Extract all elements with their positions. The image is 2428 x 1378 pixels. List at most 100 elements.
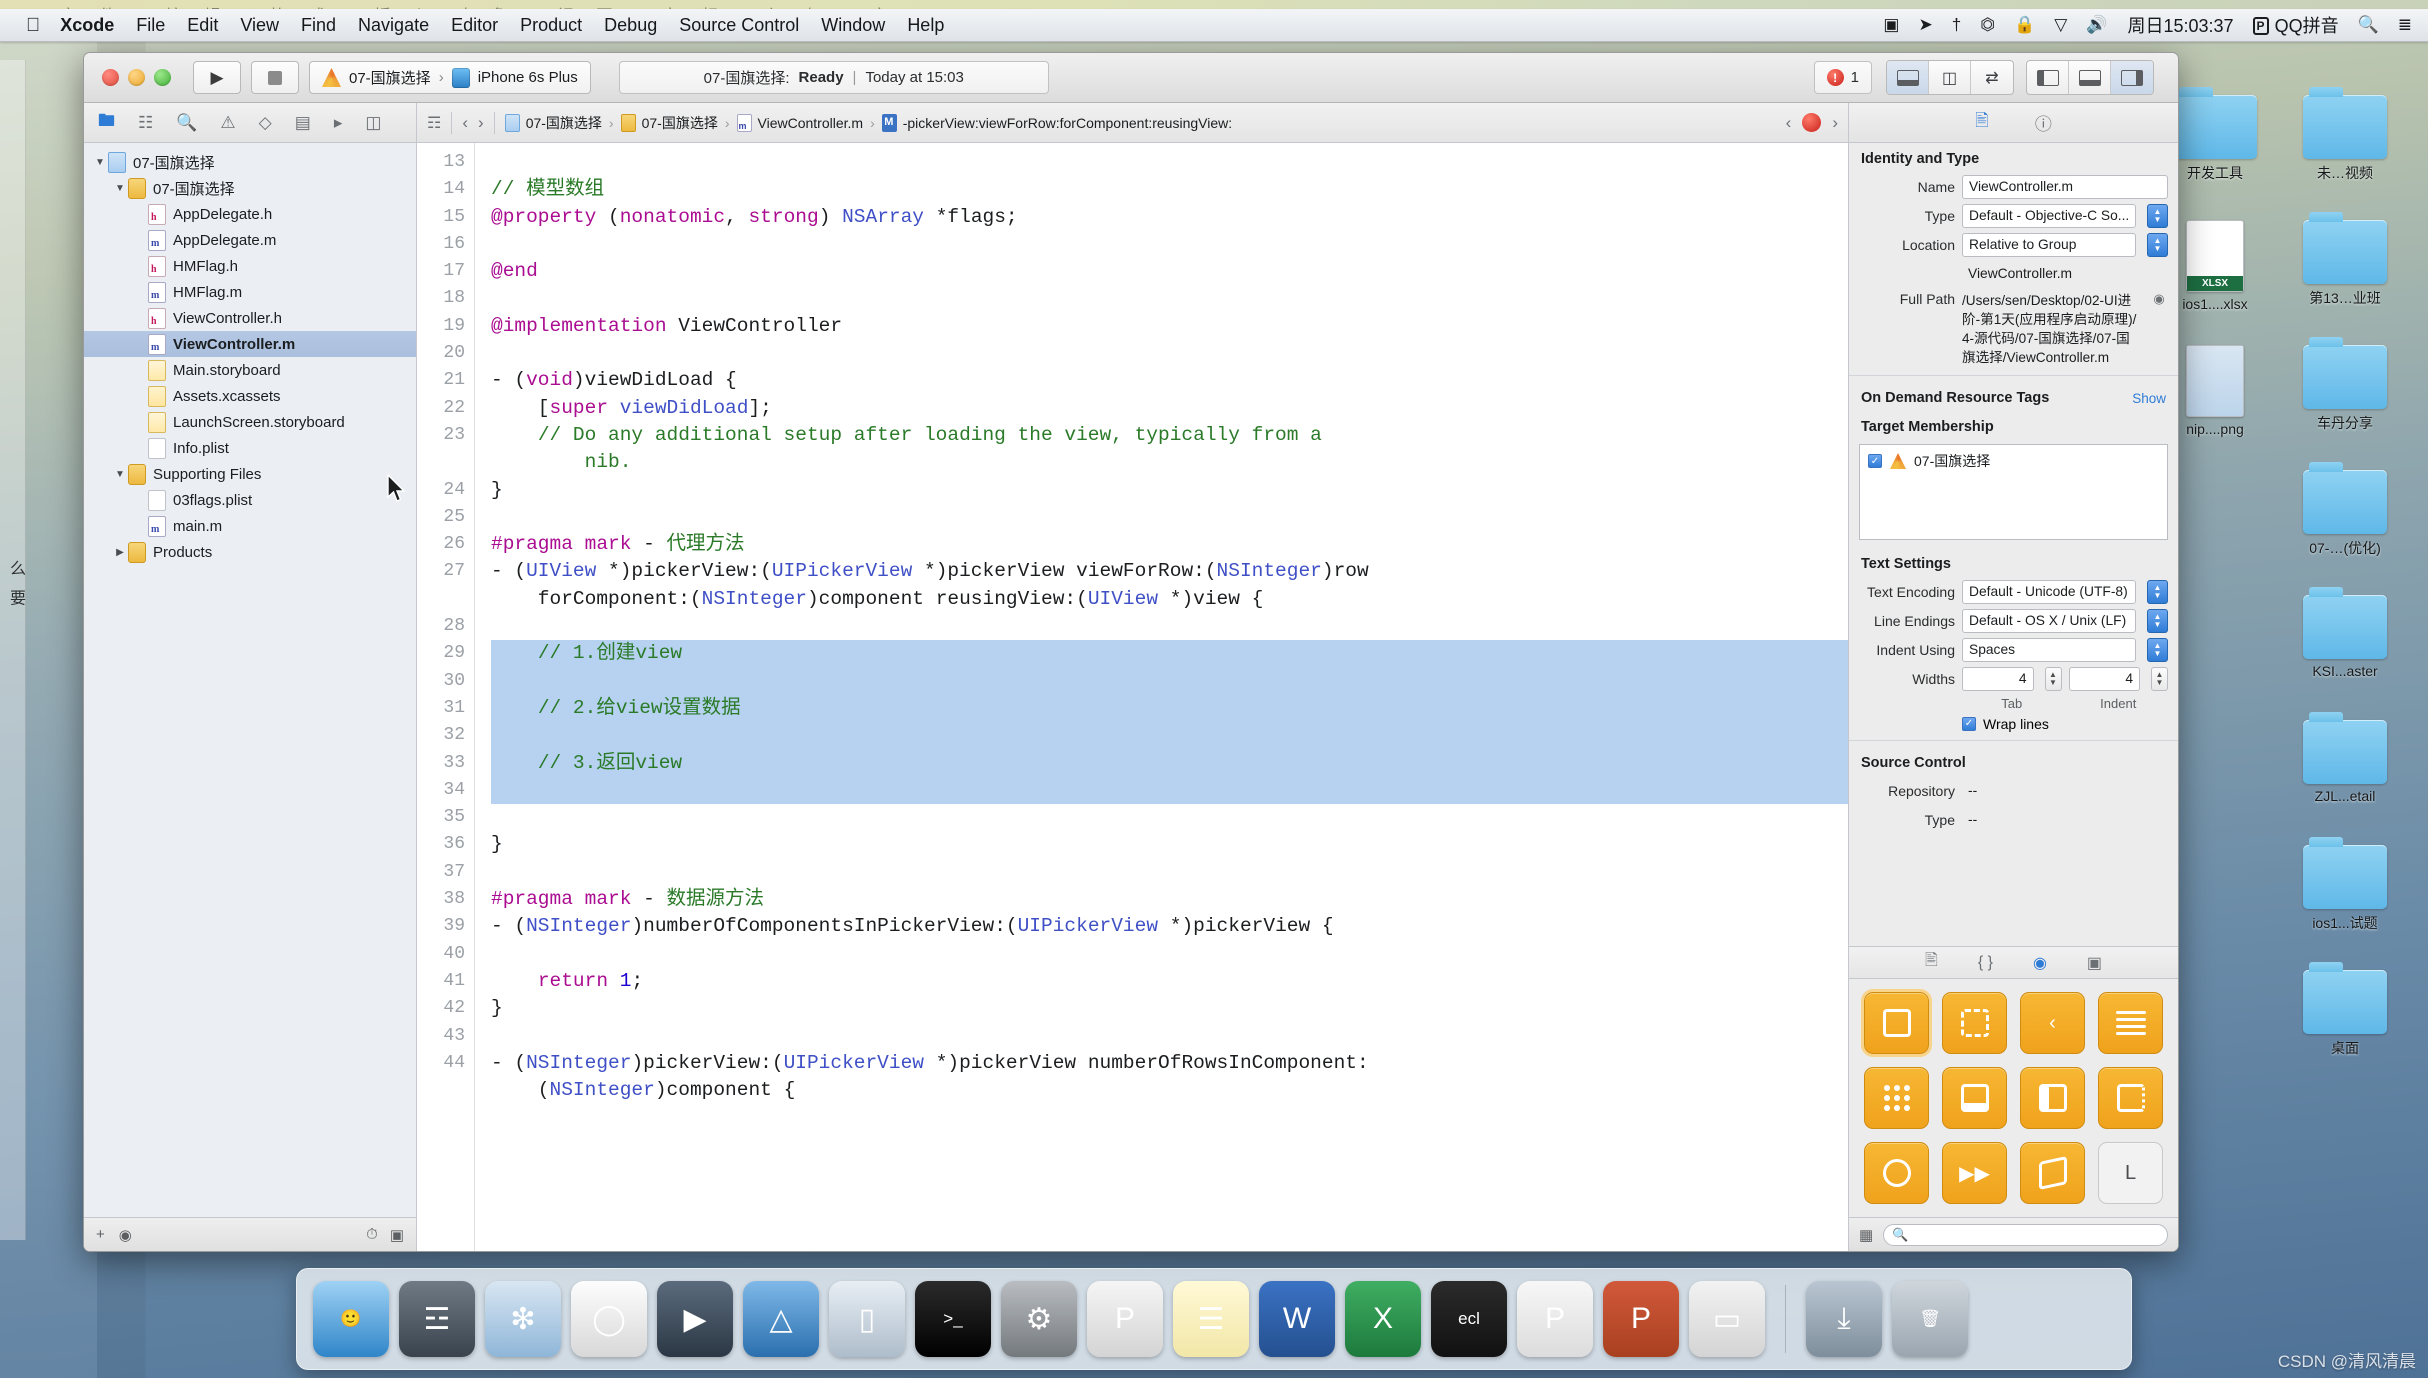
tree-item[interactable]: h ViewController.h — [84, 305, 416, 331]
input-method-label[interactable]: QQ拼音 — [2275, 12, 2339, 38]
code-text[interactable]: // 模型数组 @property (nonatomic, strong) NSA… — [475, 143, 1848, 1251]
code-line[interactable]: forComponent:(NSInteger)component reusin… — [491, 586, 1848, 613]
window-controls[interactable] — [102, 69, 171, 86]
view-controller-object[interactable] — [1861, 989, 1932, 1057]
error-icon[interactable] — [1802, 113, 1822, 132]
disclosure-triangle-icon[interactable]: ▼ — [92, 157, 108, 168]
line-number[interactable] — [417, 1077, 474, 1104]
line-number[interactable]: 26 — [417, 531, 474, 558]
grid-view-icon[interactable]: ▦ — [1859, 1226, 1873, 1244]
desktop-item[interactable]: 未…视频 — [2286, 87, 2404, 183]
volume-icon[interactable]: 🔊 — [2086, 15, 2107, 35]
code-line[interactable]: // 3.返回view — [491, 749, 1848, 777]
stop-button[interactable] — [251, 61, 299, 94]
menu-item-help[interactable]: Help — [907, 15, 944, 36]
issue-navigator-icon[interactable]: ⚠ — [220, 113, 235, 133]
tree-item[interactable]: m AppDelegate.m — [84, 227, 416, 253]
maximize-button[interactable] — [154, 69, 171, 86]
line-number[interactable]: 29 — [417, 640, 474, 667]
code-line[interactable] — [491, 804, 1848, 831]
menu-item-file[interactable]: File — [136, 15, 165, 36]
disclosure-triangle-icon[interactable]: ▶ — [112, 547, 128, 558]
line-number[interactable] — [417, 449, 474, 476]
av-kit-player-controller-object[interactable]: ▶▶ — [1942, 1142, 2007, 1204]
scheme-selector[interactable]: 07-国旗选择 › iPhone 6s Plus — [309, 61, 591, 94]
code-line[interactable] — [491, 340, 1848, 367]
line-number[interactable]: 25 — [417, 504, 474, 531]
code-line[interactable]: #pragma mark - 数据源方法 — [491, 886, 1848, 913]
screen-record-icon[interactable]: ▣ — [1883, 15, 1899, 35]
line-number[interactable]: 37 — [417, 859, 474, 886]
line-number[interactable]: 28 — [417, 613, 474, 640]
tree-item[interactable]: ▶ Products — [84, 539, 416, 565]
tab-bar-controller-object[interactable] — [1942, 1067, 2007, 1129]
line-number[interactable]: 35 — [417, 804, 474, 831]
code-line[interactable]: @property (nonatomic, strong) NSArray *f… — [491, 204, 1848, 231]
report-navigator-icon[interactable]: ◫ — [365, 113, 381, 133]
input-method-badge-icon[interactable]: P — [2252, 15, 2269, 35]
debug-area-toggle-icon[interactable] — [2069, 61, 2111, 94]
close-button[interactable] — [102, 69, 119, 86]
collection-view-controller-object[interactable] — [1864, 1067, 1929, 1129]
utilities-toggle-icon[interactable] — [2111, 61, 2153, 94]
next-issue-button[interactable]: › — [1832, 113, 1838, 133]
breadcrumb[interactable]: 07-国旗选择 › 07-国旗选择 › ViewController.m › -picker… — [504, 113, 1232, 133]
menu-item-debug[interactable]: Debug — [604, 15, 657, 36]
bluetooth-icon[interactable]: ⏣ — [1980, 15, 1995, 35]
code-line[interactable] — [491, 149, 1848, 176]
line-number[interactable]: 27 — [417, 558, 474, 585]
line-number[interactable]: 19 — [417, 313, 474, 340]
gl-kit-view-controller-object[interactable] — [1864, 1142, 1929, 1204]
tree-item[interactable]: ▼ 07-国旗选择 — [84, 175, 416, 201]
line-number[interactable]: 34 — [417, 777, 474, 804]
line-number[interactable]: 39 — [417, 913, 474, 940]
code-line[interactable]: } — [491, 831, 1848, 858]
desktop-item[interactable]: ios1...试题 — [2286, 837, 2404, 933]
line-number[interactable]: 13 — [417, 149, 474, 176]
object-library-icon[interactable]: ◉ — [2033, 953, 2047, 973]
wifi-icon[interactable]: ▽ — [2054, 15, 2067, 35]
version-editor-icon[interactable]: ⇄ — [1971, 61, 2013, 94]
code-line[interactable]: - (NSInteger)numberOfComponentsInPickerV… — [491, 913, 1848, 940]
code-line[interactable] — [491, 667, 1848, 695]
tab-width-stepper[interactable]: ▲ ▼ — [2044, 666, 2062, 691]
indent-width-field[interactable]: 4 — [2068, 666, 2140, 691]
object-library-grid[interactable]: ‹ ▶▶ L — [1849, 979, 2178, 1217]
previous-issue-button[interactable]: ‹ — [1786, 113, 1792, 133]
object-cube[interactable] — [2020, 1142, 2085, 1204]
line-number-gutter[interactable]: 13 14 15 16 17 18 19 20 21 22 23 24 25 26 27 28 29 30 31 32… — [417, 143, 475, 1251]
forward-button[interactable]: › — [478, 113, 484, 133]
location-popup-icon[interactable]: ▲ ▼ — [2147, 232, 2168, 257]
code-line[interactable]: nib. — [491, 449, 1848, 476]
line-number[interactable]: 16 — [417, 231, 474, 258]
dock-item-system-preferences[interactable]: ⚙ — [1001, 1281, 1077, 1357]
dock-item-video-app[interactable]: ▶ — [657, 1281, 733, 1357]
lock-icon[interactable]: 🔒 — [2014, 15, 2035, 35]
target-checkbox[interactable]: ✓ — [1868, 454, 1882, 468]
add-file-button[interactable]: + — [96, 1226, 105, 1243]
code-line[interactable] — [491, 504, 1848, 531]
project-file-tree[interactable]: ▼ 07-国旗选择 ▼ 07-国旗选择 h AppDelegate.h m AppDelega… — [84, 143, 416, 1217]
breadcrumb-item[interactable]: -pickerView:viewForRow:forComponent:reus… — [881, 113, 1232, 132]
text-encoding-select[interactable]: Default - Unicode (UTF-8) — [1962, 579, 2136, 604]
code-line[interactable] — [491, 1023, 1848, 1050]
issue-count-badge[interactable]: ! 1 — [1813, 61, 1872, 94]
label-object[interactable]: L — [2098, 1142, 2163, 1204]
code-line[interactable] — [491, 859, 1848, 886]
tree-item[interactable]: Assets.xcassets — [84, 383, 416, 409]
code-line[interactable] — [491, 776, 1848, 805]
line-number[interactable]: 41 — [417, 968, 474, 995]
dock-item-downloads-stack[interactable]: ⤓ — [1806, 1281, 1882, 1357]
name-field[interactable]: ViewController.m — [1962, 174, 2168, 199]
line-number[interactable]: 38 — [417, 886, 474, 913]
editor-jump-bar[interactable]: ☶ ‹ › 07-国旗选择 › 07-国旗选择 › ViewController.m › -… — [417, 103, 1848, 143]
library-tab-bar[interactable]: 🖹 { } ◉ ▣ — [1849, 947, 2178, 979]
menu-item-find[interactable]: Find — [301, 15, 336, 36]
line-number[interactable] — [417, 586, 474, 613]
line-number[interactable]: 18 — [417, 285, 474, 312]
line-number[interactable]: 23 — [417, 422, 474, 449]
test-navigator-icon[interactable]: ◇ — [259, 113, 272, 133]
tree-item[interactable]: m main.m — [84, 513, 416, 539]
desktop-item[interactable]: KSI...aster — [2286, 587, 2404, 679]
code-line[interactable]: @implementation ViewController — [491, 313, 1848, 340]
